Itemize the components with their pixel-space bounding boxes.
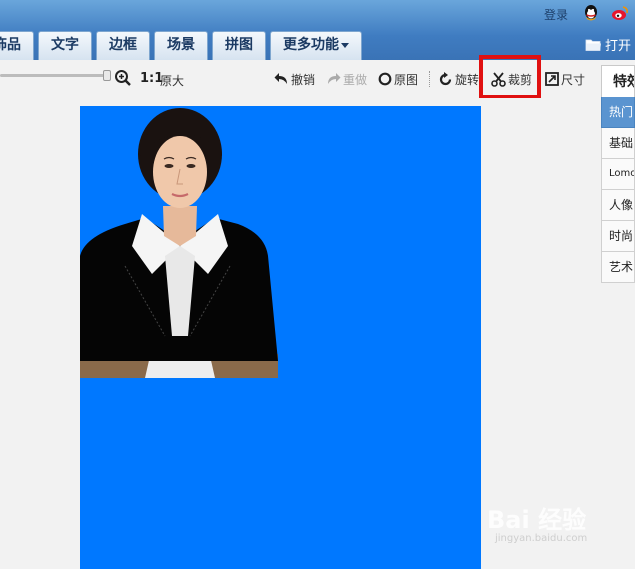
effect-category-lomo[interactable]: Lomo	[601, 159, 635, 190]
crop-highlight-box	[479, 55, 541, 99]
original-image-button[interactable]: 原图	[378, 70, 418, 88]
redo-icon	[328, 73, 341, 84]
undo-label: 撤销	[291, 72, 316, 87]
rotate-icon	[439, 71, 452, 85]
canvas-workspace	[0, 98, 601, 569]
rotate-label: 旋转	[455, 72, 480, 87]
effects-panel: 特效 热门 基础 Lomo 人像 时尚 艺术	[601, 65, 635, 569]
redo-button[interactable]: 重做	[326, 70, 367, 88]
watermark-url: jingyan.baidu.com	[495, 533, 588, 544]
undo-button[interactable]: 撤销	[274, 70, 315, 88]
original-size-label[interactable]: 原大	[160, 72, 184, 89]
effect-category-art[interactable]: 艺术	[601, 252, 635, 283]
tab-accessories[interactable]: 饰品	[0, 31, 34, 60]
effect-category-portrait[interactable]: 人像	[601, 190, 635, 221]
tab-more-features[interactable]: 更多功能	[270, 31, 362, 60]
rotate-button[interactable]: 旋转	[438, 70, 479, 88]
resize-icon	[545, 72, 559, 86]
more-features-label: 更多功能	[283, 37, 339, 53]
circle-icon	[378, 72, 392, 86]
size-label: 尺寸	[561, 72, 586, 87]
effects-panel-title[interactable]: 特效	[601, 65, 635, 97]
watermark-logo: Bai 经验	[487, 506, 587, 534]
open-label: 打开	[604, 39, 631, 54]
original-label: 原图	[394, 72, 419, 87]
undo-icon	[274, 73, 287, 84]
photo-canvas[interactable]	[80, 106, 481, 569]
portrait-photo	[80, 108, 278, 378]
effect-category-basic[interactable]: 基础	[601, 128, 635, 159]
zoom-slider-handle[interactable]	[103, 70, 111, 81]
resize-button[interactable]: 尺寸	[545, 70, 585, 88]
toolbar-divider	[429, 71, 430, 87]
folder-icon	[585, 39, 601, 51]
feature-tabs: 饰品 文字 边框 场景 拼图 更多功能	[0, 31, 366, 60]
top-header: 登录 饰品 文字 边框 场景 拼图 更多功能 打开	[0, 0, 635, 60]
effect-category-fashion[interactable]: 时尚	[601, 221, 635, 252]
login-link[interactable]: 登录	[544, 6, 568, 23]
effect-category-hot[interactable]: 热门	[601, 97, 635, 128]
open-button[interactable]: 打开	[585, 35, 631, 54]
tab-text[interactable]: 文字	[38, 31, 92, 60]
zoom-in-icon[interactable]	[114, 69, 132, 87]
qq-icon[interactable]	[583, 4, 599, 22]
tab-collage[interactable]: 拼图	[212, 31, 266, 60]
zoom-slider[interactable]	[0, 74, 108, 77]
redo-label: 重做	[343, 72, 368, 87]
baidu-watermark: Bai 经验 jingyan.baidu.com	[487, 500, 599, 552]
tab-scene[interactable]: 场景	[154, 31, 208, 60]
weibo-icon[interactable]	[611, 5, 629, 21]
chevron-down-icon	[341, 42, 349, 48]
tab-border[interactable]: 边框	[96, 31, 150, 60]
